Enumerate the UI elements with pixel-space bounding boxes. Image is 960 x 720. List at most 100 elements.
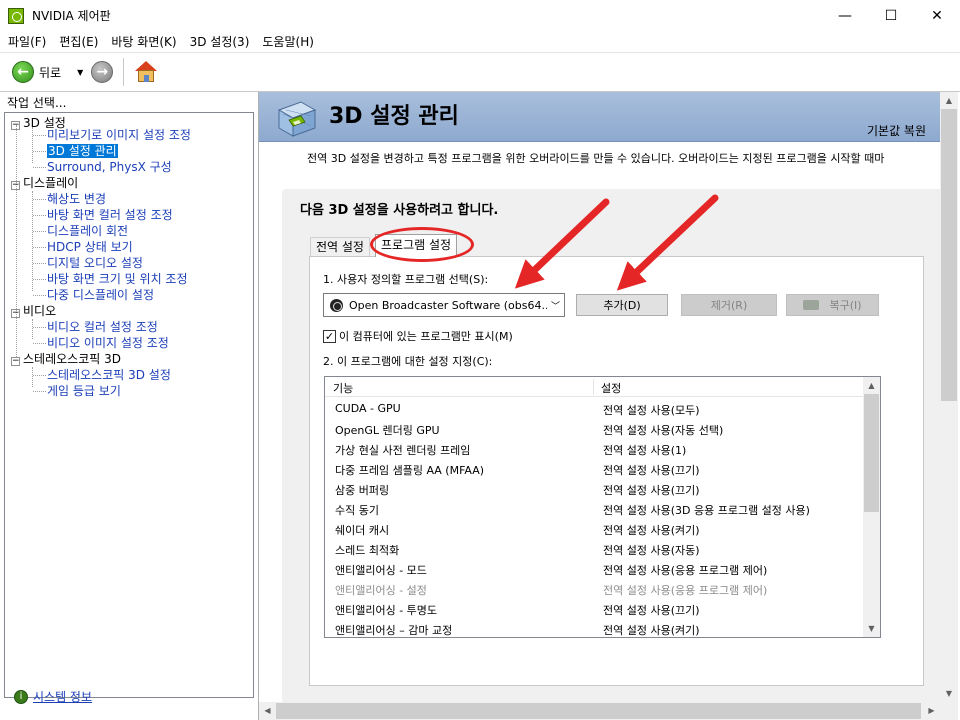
system-info-label[interactable]: 시스템 정보 (33, 688, 92, 705)
tree-category-label: 스테레오스코픽 3D (23, 352, 121, 366)
tree-category-display[interactable]: − 디스플레이 (11, 175, 78, 191)
feature-cell: CUDA - GPU (335, 402, 401, 415)
restore-defaults-link[interactable]: 기본값 복원 (867, 122, 926, 139)
task-tree: −3D 설정 미리보기로 이미지 설정 조정 3D 설정 관리 Surround… (4, 112, 254, 698)
collapse-toggle-icon[interactable]: − (11, 357, 20, 366)
table-row[interactable]: 쉐이더 캐시 전역 설정 사용(켜기) (325, 519, 865, 539)
program-select-dropdown[interactable]: Open Broadcaster Software (obs64.... ﹀ (323, 293, 565, 317)
scroll-thumb[interactable] (276, 703, 921, 719)
column-header-setting[interactable]: 설정 (601, 380, 621, 396)
toolbar: ← 뒤로 ▼ → (0, 52, 960, 92)
3d-cube-icon (277, 101, 317, 137)
setting-cell[interactable]: 전역 설정 사용(응용 프로그램 제어) (603, 562, 767, 578)
system-info-link[interactable]: i 시스템 정보 (14, 688, 92, 705)
scroll-down-icon[interactable]: ▼ (863, 620, 880, 637)
show-installed-only-checkbox[interactable]: ✓ 이 컴퓨터에 있는 프로그램만 표시(M) (323, 328, 513, 344)
page-description: 전역 3D 설정을 변경하고 특정 프로그램을 위한 오버라이드를 만들 수 있… (307, 152, 885, 165)
maximize-button[interactable]: ☐ (868, 0, 914, 31)
column-header-feature[interactable]: 기능 (333, 380, 353, 396)
tree-item-change-resolution[interactable]: 해상도 변경 (47, 191, 106, 207)
setting-cell[interactable]: 전역 설정 사용(응용 프로그램 제어) (603, 582, 767, 598)
scroll-right-icon[interactable]: ▶ (923, 702, 940, 720)
tree-item-stereoscopic-settings[interactable]: 스테레오스코픽 3D 설정 (47, 367, 171, 383)
setting-cell[interactable]: 전역 설정 사용(끄기) (603, 482, 700, 498)
tree-item-game-ratings[interactable]: 게임 등급 보기 (47, 383, 121, 399)
restore-program-button[interactable]: 복구(I) (786, 294, 879, 316)
page-banner: 3D 설정 관리 기본값 복원 (259, 92, 940, 142)
remove-program-button[interactable]: 제거(R) (681, 294, 777, 316)
minimize-button[interactable]: — (822, 0, 868, 31)
home-icon[interactable] (134, 60, 158, 84)
setting-cell[interactable]: 전역 설정 사용(모두) (603, 402, 700, 418)
checkbox-check-icon[interactable]: ✓ (323, 329, 336, 343)
collapse-toggle-icon[interactable]: − (11, 181, 20, 190)
menu-3d-settings[interactable]: 3D 설정(3) (185, 33, 255, 50)
table-row[interactable]: 앤티앨리어싱 - 투명도 전역 설정 사용(끄기) (325, 599, 865, 619)
tab-global-settings[interactable]: 전역 설정 (310, 237, 370, 257)
table-row[interactable]: CUDA - GPU 전역 설정 사용(모두) (325, 399, 865, 419)
page-horizontal-scrollbar[interactable]: ◀ ▶ (259, 702, 940, 720)
table-row[interactable]: 앤티앨리어싱 - 설정 전역 설정 사용(응용 프로그램 제어) (325, 579, 865, 599)
collapse-toggle-icon[interactable]: − (11, 309, 20, 318)
checkbox-label: 이 컴퓨터에 있는 프로그램만 표시(M) (339, 330, 513, 343)
table-row[interactable]: 앤티앨리어싱 – 감마 교정 전역 설정 사용(켜기) (325, 619, 865, 637)
menu-help[interactable]: 도움말(H) (257, 33, 319, 50)
program-select-value: Open Broadcaster Software (obs64.... (349, 298, 547, 312)
table-row[interactable]: 수직 동기 전역 설정 사용(3D 응용 프로그램 설정 사용) (325, 499, 865, 519)
tree-item-surround-physx[interactable]: Surround, PhysX 구성 (47, 159, 172, 175)
setting-cell[interactable]: 전역 설정 사용(끄기) (603, 602, 700, 618)
obs-program-icon (330, 298, 343, 312)
page-title: 3D 설정 관리 (329, 104, 459, 129)
tree-item-preview-image-settings[interactable]: 미리보기로 이미지 설정 조정 (47, 127, 191, 143)
scroll-up-icon[interactable]: ▲ (863, 377, 880, 394)
feature-cell: 쉐이더 캐시 (335, 524, 390, 537)
back-arrow-icon[interactable]: ← (12, 61, 34, 83)
window-controls: — ☐ ✕ (822, 0, 960, 31)
tree-item-desktop-size-position[interactable]: 바탕 화면 크기 및 위치 조정 (47, 271, 188, 287)
tree-category-video[interactable]: − 비디오 (11, 303, 56, 319)
collapse-toggle-icon[interactable]: − (11, 121, 20, 130)
table-row[interactable]: 다중 프레임 샘플링 AA (MFAA) 전역 설정 사용(끄기) (325, 459, 865, 479)
scroll-thumb[interactable] (941, 109, 957, 401)
add-program-button[interactable]: 추가(D) (576, 294, 668, 316)
setting-cell[interactable]: 전역 설정 사용(자동 선택) (603, 422, 723, 438)
tree-item-manage-3d-settings[interactable]: 3D 설정 관리 (47, 143, 118, 159)
scroll-up-icon[interactable]: ▲ (940, 92, 958, 109)
tree-item-hdcp-status[interactable]: HDCP 상태 보기 (47, 239, 133, 255)
feature-cell: 수직 동기 (335, 504, 379, 517)
setting-cell[interactable]: 전역 설정 사용(켜기) (603, 622, 700, 637)
table-row[interactable]: 앤티앨리어싱 - 모드 전역 설정 사용(응용 프로그램 제어) (325, 559, 865, 579)
back-button-label[interactable]: 뒤로 (39, 64, 61, 81)
menu-file[interactable]: 파일(F) (3, 33, 51, 50)
tree-category-stereoscopic-3d[interactable]: − 스테레오스코픽 3D (11, 351, 121, 367)
info-icon: i (14, 689, 28, 704)
scroll-down-icon[interactable]: ▼ (940, 685, 958, 702)
setting-cell[interactable]: 전역 설정 사용(3D 응용 프로그램 설정 사용) (603, 502, 810, 518)
page-vertical-scrollbar[interactable]: ▲ ▼ (940, 92, 958, 702)
table-scrollbar[interactable]: ▲ ▼ (863, 377, 880, 637)
feature-cell: 앤티앨리어싱 - 설정 (335, 584, 427, 597)
menu-edit[interactable]: 편집(E) (54, 33, 103, 50)
tree-item-rotate-display[interactable]: 디스플레이 회전 (47, 223, 128, 239)
tree-category-label: 디스플레이 (23, 176, 79, 190)
menu-desktop[interactable]: 바탕 화면(K) (106, 33, 181, 50)
table-row[interactable]: 스레드 최적화 전역 설정 사용(자동) (325, 539, 865, 559)
history-dropdown-icon[interactable]: ▼ (77, 68, 83, 77)
nvidia-restore-icon (803, 300, 820, 310)
table-row[interactable]: 가상 현실 사전 렌더링 프레임 전역 설정 사용(1) (325, 439, 865, 459)
table-row[interactable]: OpenGL 렌더링 GPU 전역 설정 사용(자동 선택) (325, 419, 865, 439)
table-row[interactable]: 삼중 버퍼링 전역 설정 사용(끄기) (325, 479, 865, 499)
scroll-thumb[interactable] (864, 394, 879, 512)
tree-item-video-image[interactable]: 비디오 이미지 설정 조정 (47, 335, 169, 351)
setting-cell[interactable]: 전역 설정 사용(1) (603, 442, 686, 458)
tree-item-multiple-displays[interactable]: 다중 디스플레이 설정 (47, 287, 154, 303)
setting-cell[interactable]: 전역 설정 사용(자동) (603, 542, 700, 558)
setting-cell[interactable]: 전역 설정 사용(켜기) (603, 522, 700, 538)
tree-item-video-color[interactable]: 비디오 컬러 설정 조정 (47, 319, 158, 335)
tree-item-digital-audio[interactable]: 디지털 오디오 설정 (47, 255, 143, 271)
scroll-left-icon[interactable]: ◀ (259, 702, 276, 720)
close-button[interactable]: ✕ (914, 0, 960, 31)
tree-item-desktop-color[interactable]: 바탕 화면 컬러 설정 조정 (47, 207, 173, 223)
setting-cell[interactable]: 전역 설정 사용(끄기) (603, 462, 700, 478)
forward-arrow-icon[interactable]: → (91, 61, 114, 83)
